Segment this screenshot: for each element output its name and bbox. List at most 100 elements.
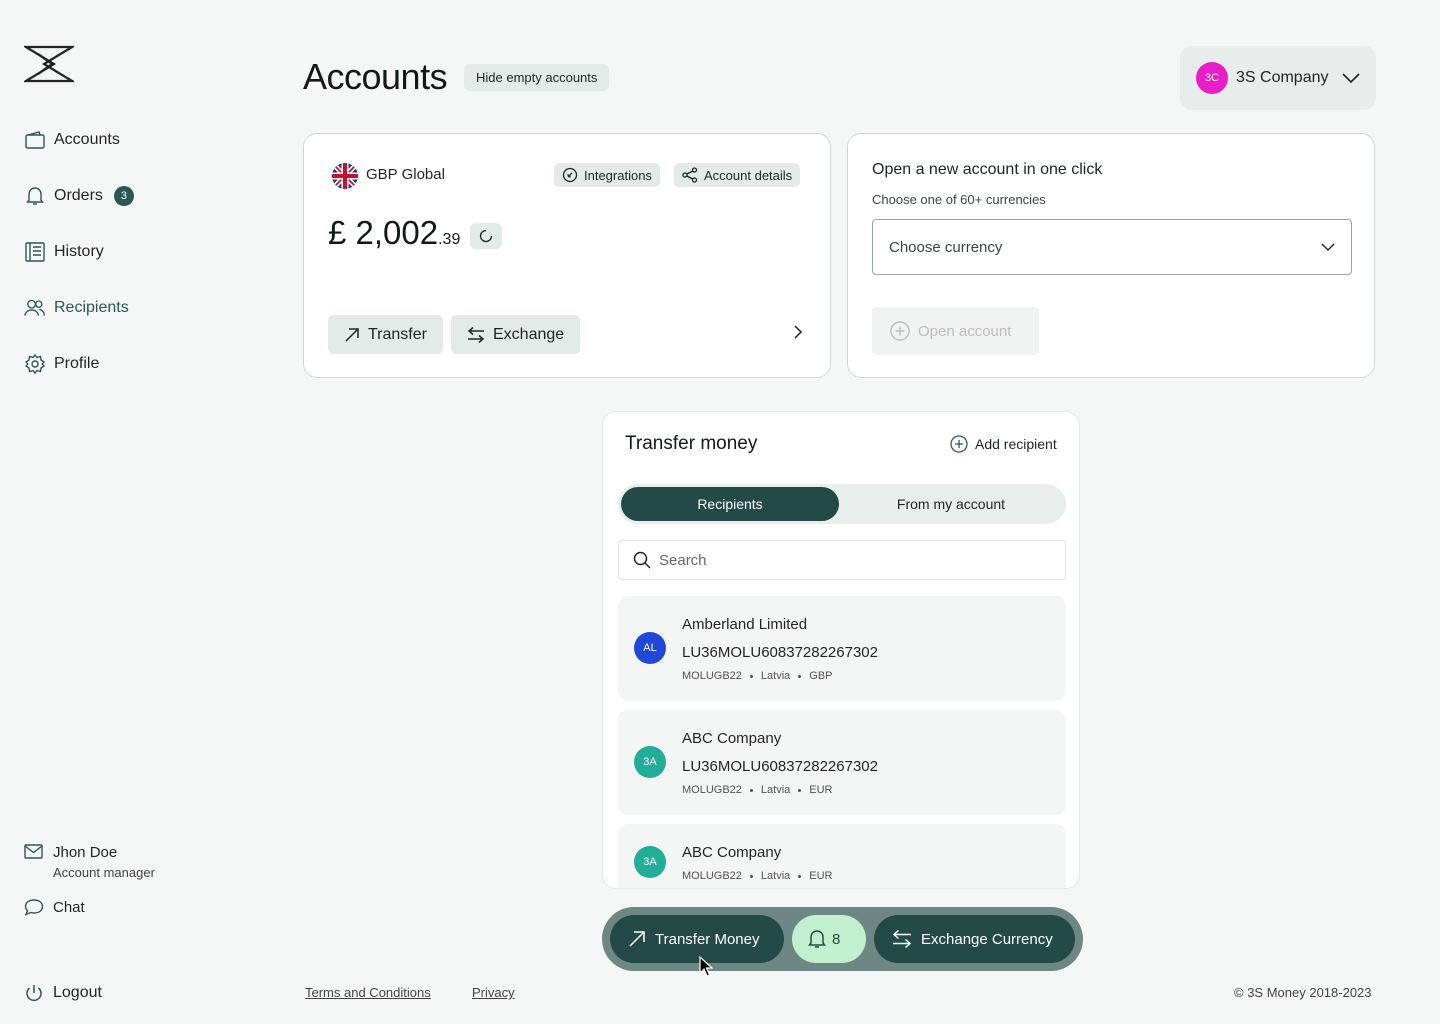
exchange-arrows-icon <box>467 326 485 343</box>
mouse-cursor-icon <box>699 956 713 978</box>
plus-circle-icon <box>890 321 910 341</box>
document-icon <box>24 242 45 263</box>
recipient-country: Latvia <box>760 870 791 882</box>
uk-flag-icon <box>332 163 358 189</box>
manager-role: Account manager <box>53 865 155 880</box>
manager-name: Jhon Doe <box>53 843 118 861</box>
recipient-country: Latvia <box>760 670 791 682</box>
recipient-bic: MOLUGB22 <box>682 670 742 682</box>
terms-link[interactable]: Terms and Conditions <box>305 985 431 1000</box>
hide-empty-accounts-toggle[interactable]: Hide empty accounts <box>464 64 610 91</box>
tab-recipients[interactable]: Recipients <box>621 487 839 521</box>
open-account-button[interactable]: Open account <box>872 307 1039 355</box>
brand-logo[interactable] <box>24 44 74 84</box>
exchange-arrows-icon <box>892 930 912 948</box>
account-name: GBP Global <box>366 166 445 183</box>
balance-main: £ 2,002 <box>328 214 439 251</box>
notification-count: 8 <box>832 930 841 948</box>
sidebar-item-label: History <box>54 243 104 260</box>
gear-icon <box>24 354 45 375</box>
plug-icon <box>562 167 578 183</box>
currency-select[interactable]: Choose currency <box>872 219 1352 275</box>
integrations-button[interactable]: Integrations <box>554 163 660 187</box>
sidebar-item-label: Profile <box>54 355 100 372</box>
transfer-money-button[interactable]: Transfer Money <box>610 915 784 963</box>
recipient-name: Amberland Limited <box>682 616 808 633</box>
transfer-panel-title: Transfer money <box>625 433 758 454</box>
arrow-up-right-icon <box>628 930 646 948</box>
recipient-iban: LU36MOLU60837282267302 <box>682 644 878 661</box>
currency-select-placeholder: Choose currency <box>889 238 1003 256</box>
plus-circle-icon <box>950 435 968 453</box>
mail-icon <box>24 843 44 861</box>
recipient-list-item[interactable]: 3A ABC Company MOLUGB22 Latvia EUR <box>618 824 1066 888</box>
recipient-avatar: 3A <box>634 846 666 878</box>
open-account-title: Open a new account in one click <box>872 161 1103 178</box>
sidebar-item-label: Orders <box>54 187 103 204</box>
recipient-list-item[interactable]: 3A ABC Company LU36MOLU60837282267302 MO… <box>618 710 1066 815</box>
chat-link[interactable]: Chat <box>24 894 85 920</box>
account-details-button[interactable]: Account details <box>674 163 801 187</box>
logout-label: Logout <box>53 984 102 1001</box>
transfer-money-label: Transfer Money <box>655 930 760 948</box>
transfer-money-panel: Transfer money Add recipient Recipients … <box>602 411 1080 889</box>
share-icon <box>682 167 698 183</box>
sidebar-item-accounts[interactable]: Accounts <box>24 124 120 156</box>
chevron-right-icon[interactable] <box>790 324 806 340</box>
recipient-meta: MOLUGB22 Latvia EUR <box>682 870 833 882</box>
arrow-up-right-icon <box>344 327 360 343</box>
search-icon <box>633 551 651 569</box>
quick-action-bar: Transfer Money 8 Exchange Currency <box>602 907 1083 971</box>
page-title: Accounts <box>303 56 448 97</box>
add-recipient-button[interactable]: Add recipient <box>950 435 1057 453</box>
open-account-label: Open account <box>918 322 1012 340</box>
exchange-button[interactable]: Exchange <box>451 315 581 354</box>
copyright-text: © 3S Money 2018-2023 <box>1234 985 1372 1000</box>
recipient-bic: MOLUGB22 <box>682 870 742 882</box>
recipient-list-item[interactable]: AL Amberland Limited LU36MOLU60837282267… <box>618 596 1066 701</box>
recipient-iban: LU36MOLU60837282267302 <box>682 758 878 775</box>
recipient-name: ABC Company <box>682 730 782 747</box>
recipient-source-tabs: Recipients From my account <box>618 484 1066 524</box>
users-icon <box>24 298 45 319</box>
account-card-gbp: GBP Global Integrations Account details … <box>303 133 831 378</box>
sidebar-item-history[interactable]: History <box>24 236 104 268</box>
exchange-currency-label: Exchange Currency <box>921 930 1053 948</box>
notifications-button[interactable]: 8 <box>792 915 866 963</box>
bell-icon <box>808 929 826 949</box>
sidebar-item-recipients[interactable]: Recipients <box>24 292 129 324</box>
transfer-label: Transfer <box>368 325 427 343</box>
refresh-balance-button[interactable] <box>470 223 502 249</box>
recipient-search <box>618 540 1066 580</box>
open-account-card: Open a new account in one click Choose o… <box>847 133 1375 378</box>
wallet-icon <box>24 130 45 151</box>
recipient-meta: MOLUGB22 Latvia GBP <box>682 670 833 682</box>
transfer-button[interactable]: Transfer <box>328 315 443 354</box>
recipient-name: ABC Company <box>682 844 782 861</box>
recipient-currency: EUR <box>809 870 833 882</box>
account-manager: Jhon Doe Account manager <box>24 843 155 880</box>
open-account-subtitle: Choose one of 60+ currencies <box>872 192 1046 207</box>
sidebar-item-label: Recipients <box>54 299 129 316</box>
privacy-link[interactable]: Privacy <box>472 985 515 1000</box>
recipient-currency: GBP <box>809 670 833 682</box>
recipient-currency: EUR <box>809 784 833 796</box>
add-recipient-label: Add recipient <box>975 436 1057 452</box>
power-icon <box>24 983 44 1003</box>
sidebar-item-label: Accounts <box>54 131 120 148</box>
balance-cents: .39 <box>438 231 461 248</box>
chevron-down-icon <box>1342 72 1360 84</box>
exchange-label: Exchange <box>493 325 565 343</box>
account-balance: £ 2,002.39 <box>328 214 460 252</box>
tab-from-my-account[interactable]: From my account <box>839 487 1063 521</box>
exchange-currency-button[interactable]: Exchange Currency <box>874 915 1075 963</box>
recipient-bic: MOLUGB22 <box>682 784 742 796</box>
logout-button[interactable]: Logout <box>24 980 102 1006</box>
recipient-country: Latvia <box>760 784 791 796</box>
company-switcher[interactable]: 3C 3S Company <box>1180 46 1376 110</box>
search-input[interactable] <box>659 551 1051 569</box>
sidebar-item-profile[interactable]: Profile <box>24 348 99 380</box>
chat-label: Chat <box>53 898 85 916</box>
sidebar-item-orders[interactable]: Orders 3 <box>24 180 134 212</box>
chevron-down-icon <box>1321 243 1335 252</box>
